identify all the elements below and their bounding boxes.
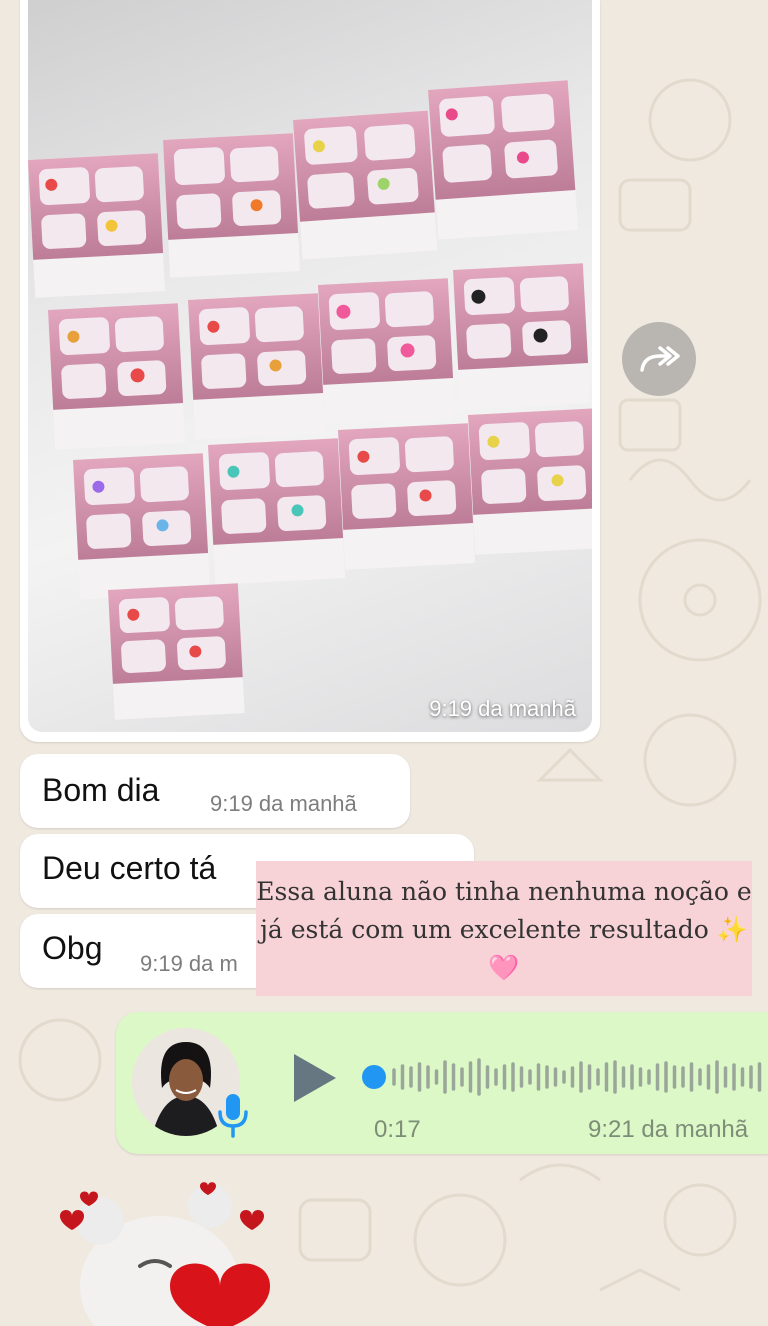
forward-icon [640, 346, 680, 372]
voice-waveform[interactable] [360, 1052, 768, 1102]
image-message-bubble[interactable]: 9:19 da manhã [20, 0, 600, 742]
message-text: Bom dia [42, 772, 160, 808]
nail-art-photo-illustration [28, 80, 592, 720]
play-icon[interactable] [290, 1052, 338, 1104]
message-text: Deu certo tá [42, 850, 217, 886]
voice-duration: 0:17 [374, 1116, 421, 1143]
message-timestamp: 9:19 da manhã [210, 791, 357, 816]
voice-message-bubble[interactable]: 0:17 9:21 da manhã [116, 1012, 768, 1154]
message-text: Obg [42, 930, 103, 966]
teddy-bear-sticker[interactable] [40, 1176, 300, 1326]
message-timestamp: 9:19 da m [140, 951, 238, 976]
story-caption: Essa aluna não tinha nenhuma noção e já … [256, 861, 752, 996]
voice-timestamp: 9:21 da manhã [588, 1116, 749, 1143]
message-bubble[interactable]: Bom dia 9:19 da manhã [20, 754, 410, 828]
image-timestamp: 9:19 da manhã [429, 696, 576, 721]
forward-button[interactable] [622, 322, 696, 396]
nail-art-photo[interactable]: 9:19 da manhã [28, 0, 592, 732]
microphone-icon [218, 1094, 248, 1138]
